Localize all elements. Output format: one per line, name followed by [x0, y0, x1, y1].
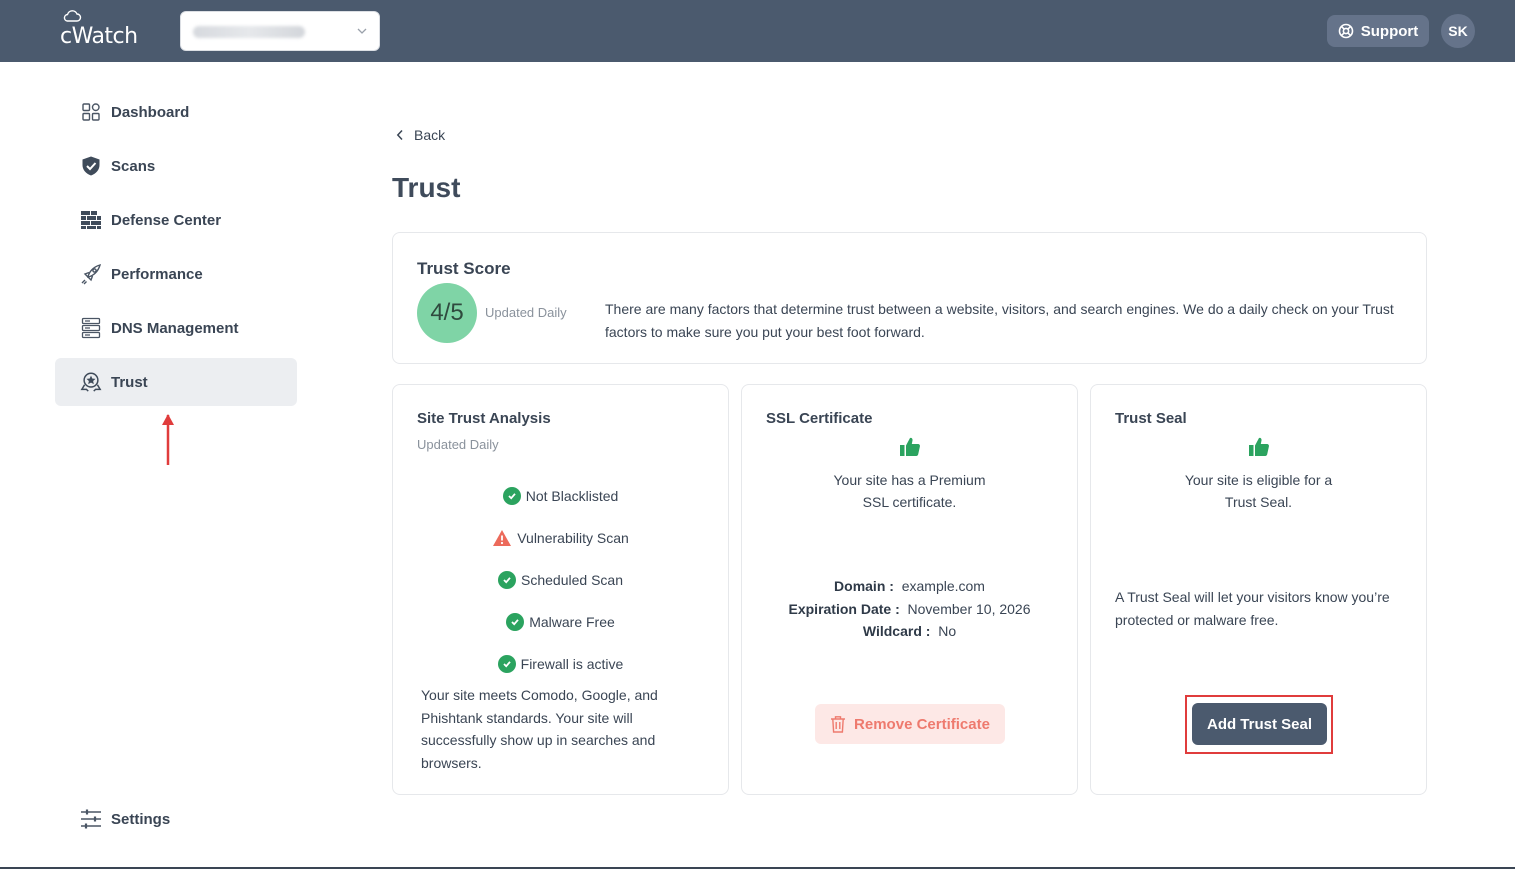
trust-score-badge: 4/5 — [417, 283, 477, 343]
trust-seal-title: Trust Seal — [1115, 410, 1187, 427]
firewall-icon — [80, 209, 102, 231]
check-item-label: Not Blacklisted — [525, 488, 619, 504]
sidebar-item-label: Trust — [111, 373, 148, 391]
sidebar-item-dashboard[interactable]: Dashboard — [55, 88, 297, 136]
site-trust-analysis-card: Site Trust Analysis Updated Daily Not Bl… — [392, 384, 729, 795]
ssl-domain-row: Domain : example.com — [742, 575, 1077, 598]
lifebuoy-icon — [1338, 23, 1354, 39]
trust-score-description-line: factors to make sure you put your best f… — [605, 324, 925, 340]
ssl-certificate-card: SSL Certificate Your site has a Premium … — [741, 384, 1078, 795]
ssl-title: SSL Certificate — [766, 410, 873, 427]
add-trust-seal-button[interactable]: Add Trust Seal — [1192, 703, 1327, 745]
ssl-message-line: Your site has a Premium — [833, 472, 986, 488]
trust-seal-info-line: protected or malware free. — [1115, 612, 1279, 628]
site-selector-value — [193, 26, 305, 38]
site-trust-summary-line: browsers. — [421, 754, 482, 771]
trust-seal-info-line: A Trust Seal will let your visitors know… — [1115, 589, 1390, 605]
thumbs-up-icon — [1248, 437, 1269, 456]
trust-check-list: Not Blacklisted Vulnerability Scan Sched… — [393, 475, 728, 685]
site-trust-summary-line: Your site meets Comodo, Google, and — [421, 687, 658, 703]
ssl-expiration-label: Expiration Date : — [788, 600, 900, 617]
trust-badge-icon — [80, 371, 102, 393]
ssl-wildcard-value: No — [938, 623, 957, 639]
check-item: Malware Free — [393, 601, 728, 643]
sidebar-item-label: Scans — [111, 157, 156, 175]
remove-certificate-label: Remove Certificate — [854, 715, 990, 733]
check-item-label: Vulnerability Scan — [517, 530, 629, 546]
trust-score-updated: Updated Daily — [485, 305, 567, 320]
chevron-down-icon — [357, 28, 367, 34]
site-trust-summary-line: Phishtank standards. Your site will — [421, 709, 633, 726]
trust-seal-card: Trust Seal Your site is eligible for a T… — [1090, 384, 1427, 795]
annotation-arrow-icon — [162, 414, 174, 465]
sidebar-item-dns-management[interactable]: DNS Management — [55, 304, 297, 352]
trust-seal-message-line: Your site is eligible for a — [1184, 472, 1333, 488]
sidebar-item-defense-center[interactable]: Defense Center — [55, 196, 297, 244]
site-trust-summary-line: successfully show up in searches and — [421, 732, 656, 748]
cloud-icon — [63, 10, 82, 22]
check-item: Vulnerability Scan — [393, 517, 728, 559]
sidebar-item-label: Performance — [111, 265, 203, 283]
back-label: Back — [414, 127, 446, 143]
ssl-wildcard-label: Wildcard : — [862, 623, 931, 639]
check-item-label: Firewall is active — [520, 656, 624, 672]
dashboard-icon — [80, 101, 102, 123]
back-link[interactable]: Back — [396, 127, 445, 143]
remove-certificate-button[interactable]: Remove Certificate — [815, 704, 1005, 744]
server-icon — [80, 317, 102, 339]
check-item: Firewall is active — [393, 643, 728, 685]
site-trust-title: Site Trust Analysis — [417, 410, 551, 427]
ssl-expiration-value: November 10, 2026 — [907, 600, 1031, 617]
check-item-label: Malware Free — [529, 614, 615, 630]
thumbs-up-icon — [899, 437, 920, 456]
ssl-details: Domain : example.com Expiration Date : N… — [742, 575, 1077, 643]
page-title: Trust — [392, 172, 461, 203]
logo-text: cWatch — [60, 24, 138, 49]
sidebar-item-label: Dashboard — [111, 103, 190, 121]
avatar[interactable]: SK — [1441, 14, 1475, 48]
site-selector[interactable] — [180, 11, 380, 51]
ssl-wildcard-row: Wildcard : No — [742, 620, 1077, 643]
ssl-domain-value: example.com — [901, 578, 985, 594]
trash-icon — [831, 716, 846, 733]
top-bar: cWatch Support SK — [0, 0, 1515, 62]
warning-triangle-icon — [493, 530, 512, 546]
check-item: Scheduled Scan — [393, 559, 728, 601]
cwatch-logo[interactable]: cWatch — [60, 8, 150, 52]
sidebar-item-label: Settings — [111, 810, 171, 828]
check-item-label: Scheduled Scan — [521, 572, 623, 588]
trust-score-card: Trust Score 4/5 Updated Daily There are … — [392, 232, 1427, 364]
sidebar-item-settings[interactable]: Settings — [55, 795, 297, 843]
check-item: Not Blacklisted — [393, 475, 728, 517]
check-circle-icon — [498, 571, 517, 589]
sidebar-item-label: DNS Management — [111, 319, 239, 337]
chevron-left-icon — [396, 129, 403, 141]
sidebar-item-trust[interactable]: Trust — [55, 358, 297, 406]
shield-icon — [80, 155, 102, 177]
trust-seal-message-line: Trust Seal. — [1224, 494, 1293, 510]
check-circle-icon — [502, 487, 521, 505]
support-button[interactable]: Support — [1327, 15, 1429, 47]
rocket-icon — [80, 263, 102, 285]
sliders-icon — [80, 808, 102, 830]
support-label: Support — [1360, 22, 1419, 40]
sidebar-item-performance[interactable]: Performance — [55, 250, 297, 298]
check-circle-icon — [506, 613, 525, 631]
trust-score-description-line: There are many factors that determine tr… — [605, 301, 1394, 317]
ssl-domain-label: Domain : — [834, 578, 894, 594]
sidebar-item-scans[interactable]: Scans — [55, 142, 297, 190]
trust-score-title: Trust Score — [417, 259, 511, 278]
ssl-expiration-row: Expiration Date : November 10, 2026 — [742, 598, 1077, 621]
check-circle-icon — [497, 655, 516, 673]
site-trust-updated: Updated Daily — [417, 437, 499, 452]
ssl-message-line: SSL certificate. — [862, 494, 957, 510]
sidebar-item-label: Defense Center — [111, 211, 222, 229]
